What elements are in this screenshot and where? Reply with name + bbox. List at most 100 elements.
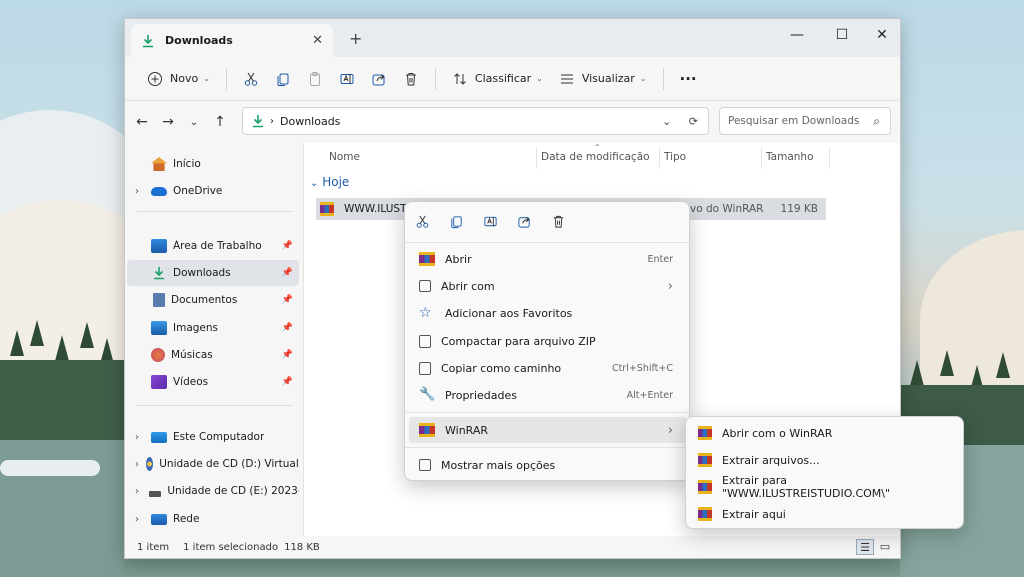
sidebar-item-network[interactable]: › Rede bbox=[127, 506, 299, 532]
view-button[interactable]: Visualizar ⌄ bbox=[551, 64, 655, 94]
copy-path-icon bbox=[419, 361, 431, 375]
computer-icon bbox=[151, 431, 167, 443]
pin-icon[interactable]: 📌 bbox=[282, 323, 293, 333]
music-icon bbox=[151, 348, 165, 362]
submenu-item-extract-files[interactable]: Extrair arquivos... bbox=[692, 447, 958, 473]
search-input[interactable]: Pesquisar em Downloads ⌕ bbox=[719, 107, 891, 135]
item-count: 1 item bbox=[137, 541, 170, 553]
chevron-down-icon: ⌄ bbox=[310, 178, 319, 189]
search-icon: ⌕ bbox=[873, 113, 880, 128]
winrar-icon bbox=[698, 480, 712, 494]
sidebar-item-videos[interactable]: Vídeos 📌 bbox=[127, 369, 299, 395]
pin-icon[interactable]: 📌 bbox=[282, 350, 293, 360]
column-header-modified[interactable]: Data de modificação bbox=[541, 151, 650, 163]
download-icon bbox=[253, 115, 263, 128]
chevron-right-icon[interactable]: › bbox=[135, 459, 142, 470]
title-bar: Downloads ✕ + — ☐ ✕ bbox=[125, 19, 900, 57]
delete-button[interactable] bbox=[395, 64, 427, 94]
sort-icon bbox=[454, 72, 466, 85]
scissors-icon bbox=[244, 72, 258, 86]
menu-item-properties[interactable]: 🔧 Propriedades Alt+Enter bbox=[409, 382, 687, 408]
cut-button[interactable] bbox=[235, 64, 267, 94]
chevron-right-icon[interactable]: › bbox=[135, 432, 147, 443]
column-header-size[interactable]: Tamanho bbox=[766, 151, 814, 163]
submenu-item-extract-to-folder[interactable]: Extrair para "WWW.ILUSTREISTUDIO.COM\" bbox=[692, 474, 958, 500]
menu-item-show-more-options[interactable]: Mostrar mais opções bbox=[409, 452, 687, 478]
up-arrow-icon[interactable]: ↑ bbox=[207, 114, 233, 130]
winrar-icon bbox=[419, 252, 435, 266]
cut-action[interactable] bbox=[405, 210, 439, 236]
submenu-item-extract-here[interactable]: Extrair aqui bbox=[692, 501, 958, 527]
recent-chevron-icon[interactable]: ⌄ bbox=[181, 117, 207, 128]
sidebar-item-music[interactable]: Músicas 📌 bbox=[127, 342, 299, 368]
menu-item-winrar[interactable]: WinRAR › bbox=[409, 417, 687, 443]
new-tab-button[interactable]: + bbox=[349, 29, 362, 48]
column-divider[interactable] bbox=[761, 147, 762, 169]
sidebar-item-downloads[interactable]: Downloads 📌 bbox=[127, 260, 299, 286]
sidebar-item-onedrive[interactable]: › OneDrive bbox=[127, 178, 299, 204]
details-view-icon[interactable]: ☰ bbox=[856, 539, 874, 555]
share-button[interactable] bbox=[363, 64, 395, 94]
selected-size: 118 KB bbox=[284, 541, 320, 553]
chevron-right-icon[interactable]: › bbox=[135, 486, 145, 497]
chevron-down-icon: ⌄ bbox=[536, 74, 543, 83]
tab-downloads[interactable]: Downloads ✕ bbox=[131, 24, 333, 57]
copy-button[interactable] bbox=[267, 64, 299, 94]
close-window-button[interactable]: ✕ bbox=[862, 23, 900, 47]
desktop-icon bbox=[151, 239, 167, 253]
pin-icon[interactable]: 📌 bbox=[282, 295, 293, 305]
sort-button[interactable]: Classificar ⌄ bbox=[444, 64, 551, 94]
menu-item-add-favorites[interactable]: ☆ Adicionar aos Favoritos bbox=[409, 300, 687, 326]
sidebar-item-cd-drive-d[interactable]: ›Unidade de CD (D:) VirtualBox Guest Add… bbox=[127, 451, 299, 477]
delete-action[interactable] bbox=[541, 210, 575, 236]
more-options-button[interactable]: ··· bbox=[672, 64, 705, 94]
sidebar-item-cd-drive-e[interactable]: ›Unidade de CD (E:) 2023-09-21 bbox=[127, 478, 299, 504]
menu-item-open-with[interactable]: Abrir com › bbox=[409, 273, 687, 299]
column-divider[interactable] bbox=[659, 147, 660, 169]
copy-icon bbox=[450, 216, 462, 229]
column-divider[interactable] bbox=[536, 147, 537, 169]
sidebar-item-documents[interactable]: Documentos 📌 bbox=[127, 287, 299, 313]
download-icon bbox=[143, 34, 153, 47]
pin-icon[interactable]: 📌 bbox=[282, 241, 293, 251]
divider bbox=[137, 211, 293, 212]
address-bar[interactable]: › Downloads ⌄ ⟳ bbox=[242, 107, 709, 135]
pin-icon[interactable]: 📌 bbox=[282, 377, 293, 387]
chevron-right-icon[interactable]: › bbox=[135, 514, 147, 525]
chevron-right-icon[interactable]: › bbox=[135, 186, 147, 197]
sidebar-item-home[interactable]: Início bbox=[127, 151, 299, 177]
sidebar-item-this-pc[interactable]: › Este Computador bbox=[127, 424, 299, 450]
minimize-button[interactable]: — bbox=[777, 23, 817, 47]
pin-icon[interactable]: 📌 bbox=[282, 268, 293, 278]
scissors-icon bbox=[416, 215, 428, 228]
column-divider[interactable] bbox=[829, 147, 830, 169]
column-header-name[interactable]: Nome bbox=[329, 151, 360, 163]
rename-button[interactable] bbox=[331, 64, 363, 94]
breadcrumb-path[interactable]: Downloads bbox=[280, 115, 340, 128]
back-arrow-icon[interactable]: ← bbox=[129, 114, 155, 130]
maximize-button[interactable]: ☐ bbox=[822, 23, 862, 47]
share-action[interactable] bbox=[507, 210, 541, 236]
close-tab-icon[interactable]: ✕ bbox=[312, 33, 323, 48]
sidebar-item-pictures[interactable]: Imagens 📌 bbox=[127, 315, 299, 341]
menu-item-copy-path[interactable]: Copiar como caminho Ctrl+Shift+C bbox=[409, 355, 687, 381]
paste-button[interactable] bbox=[299, 64, 331, 94]
share-icon bbox=[372, 73, 385, 85]
rename-action[interactable] bbox=[473, 210, 507, 236]
chevron-down-icon: ⌄ bbox=[203, 74, 210, 83]
download-icon bbox=[154, 267, 164, 280]
file-type: vo do WinRAR bbox=[690, 203, 764, 215]
tiles-view-icon[interactable]: ▭ bbox=[876, 539, 894, 555]
copy-action[interactable] bbox=[439, 210, 473, 236]
trash-icon bbox=[553, 215, 563, 228]
clipboard-icon bbox=[309, 71, 320, 86]
submenu-item-open-with-winrar[interactable]: Abrir com o WinRAR bbox=[692, 420, 958, 446]
column-header-type[interactable]: Tipo bbox=[664, 151, 686, 163]
group-header-today[interactable]: ⌄ Hoje bbox=[310, 175, 349, 189]
menu-item-compress-zip[interactable]: Compactar para arquivo ZIP bbox=[409, 328, 687, 354]
refresh-icon[interactable]: ⌄ ⟳ bbox=[662, 115, 698, 128]
forward-arrow-icon[interactable]: → bbox=[155, 114, 181, 130]
sidebar-item-desktop[interactable]: Área de Trabalho 📌 bbox=[127, 233, 299, 259]
new-button[interactable]: Novo ⌄ bbox=[139, 64, 218, 94]
menu-item-open[interactable]: Abrir Enter bbox=[409, 246, 687, 272]
